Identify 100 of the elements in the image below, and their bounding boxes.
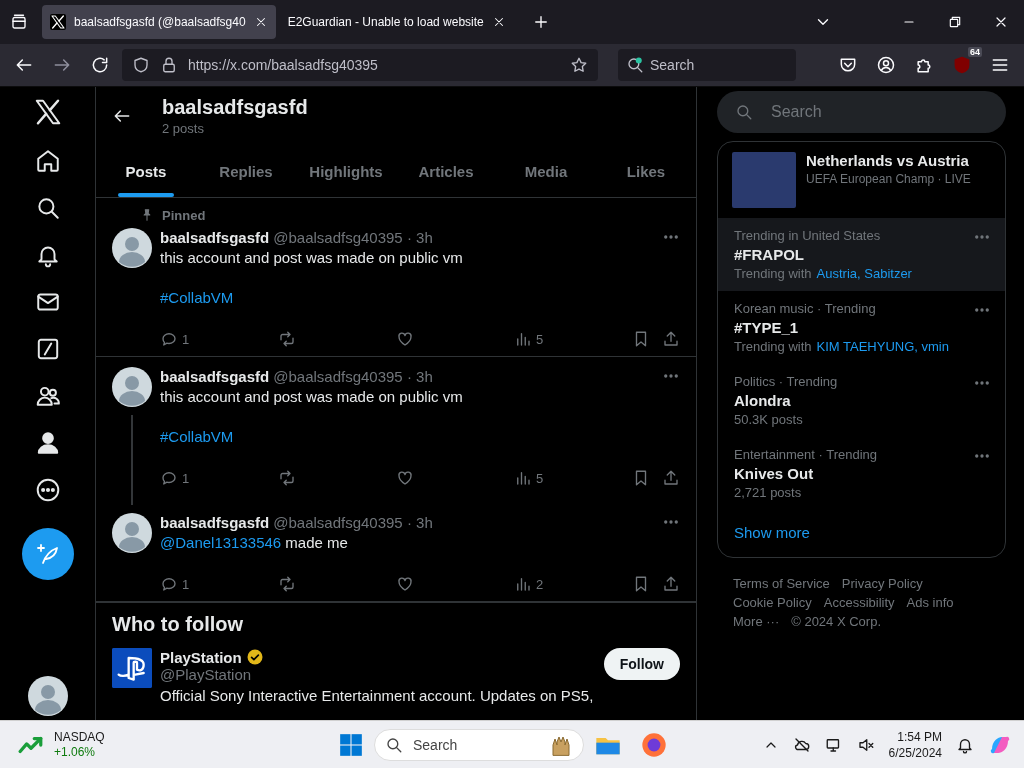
views-icon[interactable] bbox=[514, 575, 532, 593]
user-avatar[interactable] bbox=[112, 228, 152, 268]
profile-tab[interactable]: Posts bbox=[96, 145, 196, 197]
restore-icon[interactable] bbox=[947, 14, 963, 30]
author-name[interactable]: baalsadfsgasfd bbox=[160, 228, 270, 246]
account-name[interactable]: PlayStation bbox=[160, 648, 242, 666]
post-text: @Danel13133546 made me bbox=[160, 533, 349, 553]
account-bio: Official Sony Interactive Entertainment account. Updates on PS5, bbox=[160, 687, 595, 704]
tab-list-icon[interactable] bbox=[10, 13, 28, 31]
trend-context: Korean music · Trending bbox=[734, 301, 876, 316]
post-count: 2 posts bbox=[162, 121, 205, 136]
copyright-text: © 2024 X Corp. bbox=[791, 614, 881, 629]
author-name[interactable]: baalsadfsgasfd bbox=[160, 367, 270, 385]
footer-link[interactable]: Cookie Policy bbox=[733, 595, 812, 610]
author-handle: @baalsadfsg40395 · 3h bbox=[273, 228, 433, 246]
trend-title[interactable]: #FRAPOL bbox=[734, 246, 804, 263]
repost-icon[interactable] bbox=[278, 469, 296, 487]
shield-icon[interactable] bbox=[132, 56, 150, 74]
reply-count: 1 bbox=[182, 576, 190, 592]
trend-post-count: 2,721 posts bbox=[734, 485, 802, 500]
extension-badge: 64 bbox=[968, 47, 982, 57]
share-icon[interactable] bbox=[662, 575, 680, 593]
share-icon[interactable] bbox=[662, 469, 680, 487]
browser-tab[interactable]: baalsadfsgasfd (@baalsadfsg40 bbox=[42, 5, 276, 39]
view-count: 5 bbox=[536, 331, 544, 347]
footer-link[interactable]: Ads info bbox=[906, 595, 954, 610]
related-trend-link[interactable]: KIM TAEHYUNG, vmin bbox=[816, 339, 949, 354]
widget-name: NASDAQ bbox=[54, 729, 105, 745]
widget-change: +1.06% bbox=[54, 744, 97, 760]
trend-context: UEFA European Champ · LIVE bbox=[806, 172, 971, 186]
lock-icon[interactable] bbox=[160, 56, 178, 74]
user-avatar[interactable] bbox=[112, 513, 152, 553]
reply-icon[interactable] bbox=[160, 575, 178, 593]
view-count: 2 bbox=[536, 576, 544, 592]
footer-link[interactable]: Accessibility bbox=[823, 595, 895, 610]
share-icon[interactable] bbox=[662, 330, 680, 348]
show-more-link[interactable]: Show more bbox=[718, 510, 1005, 557]
profile-tab[interactable]: Media bbox=[496, 145, 596, 197]
photo-placeholder bbox=[732, 152, 796, 208]
taskbar-search-field[interactable]: Search bbox=[374, 728, 584, 761]
x-logo-icon bbox=[50, 14, 66, 30]
trend-title[interactable]: Netherlands vs Austria bbox=[806, 152, 969, 169]
profile-tab[interactable]: Likes bbox=[596, 145, 696, 197]
address-bar[interactable]: https://x.com/baalsadfsg40395 bbox=[122, 49, 598, 81]
feather-plus-icon bbox=[35, 542, 60, 566]
trend-title[interactable]: Knives Out bbox=[734, 465, 814, 482]
url-text: https://x.com/baalsadfsg40395 bbox=[188, 57, 379, 73]
browser-search-field[interactable]: Search bbox=[618, 49, 796, 81]
user-avatar[interactable] bbox=[112, 367, 152, 407]
trend-context: Entertainment · Trending bbox=[734, 447, 878, 462]
footer-link[interactable]: Privacy Policy bbox=[841, 576, 923, 591]
trending-with-label: Trending with bbox=[734, 339, 812, 354]
profile-tab[interactable]: Articles bbox=[396, 145, 496, 197]
clock-time[interactable]: 1:54 PM bbox=[888, 728, 942, 745]
views-icon[interactable] bbox=[514, 469, 532, 487]
playstation-logo-icon[interactable] bbox=[112, 648, 152, 688]
browser-tab[interactable]: E2Guardian - Unable to load website bbox=[279, 5, 514, 39]
reply-count: 1 bbox=[182, 331, 190, 347]
views-icon[interactable] bbox=[514, 330, 532, 348]
search-icon bbox=[626, 56, 644, 74]
heart-icon[interactable] bbox=[396, 469, 414, 487]
post-button[interactable] bbox=[21, 528, 74, 580]
profile-avatar[interactable] bbox=[27, 676, 68, 716]
hashtag-link[interactable]: #CollabVM bbox=[160, 428, 234, 445]
section-heading: Who to follow bbox=[112, 613, 245, 636]
account-handle: @PlayStation bbox=[160, 666, 253, 683]
home-icon[interactable] bbox=[34, 148, 61, 174]
reply-icon[interactable] bbox=[160, 330, 178, 348]
hashtag-link[interactable]: #CollabVM bbox=[160, 289, 234, 306]
repost-icon[interactable] bbox=[278, 575, 296, 593]
profile-name: baalsadfsgasfd bbox=[162, 96, 308, 119]
author-handle: @baalsadfsg40395 · 3h bbox=[273, 513, 433, 531]
heart-icon[interactable] bbox=[396, 330, 414, 348]
profile-tab[interactable]: Highlights bbox=[296, 145, 396, 197]
trend-context: Trending in United States bbox=[734, 228, 881, 243]
clock-date[interactable]: 6/25/2024 bbox=[888, 744, 942, 761]
follow-button[interactable]: Follow bbox=[603, 648, 680, 680]
author-name[interactable]: baalsadfsgasfd bbox=[160, 513, 270, 531]
view-count: 5 bbox=[536, 470, 544, 486]
windows-start-icon[interactable] bbox=[338, 731, 364, 758]
related-trend-link[interactable]: Austria, Sabitzer bbox=[816, 266, 912, 281]
post-text: this account and post was made on public vm bbox=[160, 387, 464, 407]
profile-tab[interactable]: Replies bbox=[196, 145, 296, 197]
footer-link[interactable]: Terms of Service bbox=[733, 576, 830, 591]
post-text: this account and post was made on public vm bbox=[160, 248, 464, 268]
mention-link[interactable]: @Danel13133546 bbox=[160, 534, 282, 551]
heart-icon[interactable] bbox=[396, 575, 414, 593]
footer-link[interactable]: More ··· bbox=[733, 614, 780, 629]
reply-icon[interactable] bbox=[160, 469, 178, 487]
trend-context: Politics · Trending bbox=[734, 374, 838, 389]
account-icon[interactable] bbox=[876, 55, 896, 75]
trend-title[interactable]: Alondra bbox=[734, 392, 791, 409]
author-handle: @baalsadfsg40395 · 3h bbox=[273, 367, 433, 385]
more-circle-icon[interactable] bbox=[34, 477, 61, 503]
star-icon[interactable] bbox=[570, 56, 588, 74]
trending-with-label: Trending with bbox=[734, 266, 812, 281]
reload-icon[interactable] bbox=[90, 55, 110, 75]
repost-icon[interactable] bbox=[278, 330, 296, 348]
trend-title[interactable]: #TYPE_1 bbox=[734, 319, 799, 336]
search-icon bbox=[735, 103, 753, 121]
